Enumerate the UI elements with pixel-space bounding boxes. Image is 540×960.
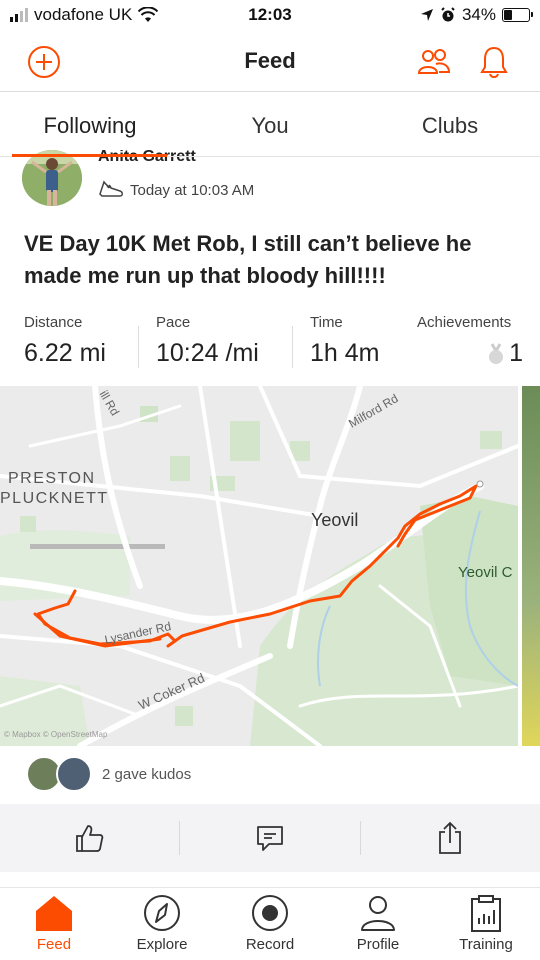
nav-profile-label: Profile — [356, 936, 400, 953]
next-photo-peek[interactable] — [522, 386, 540, 746]
battery-percent: 34% — [461, 5, 496, 24]
tab-clubs[interactable]: Clubs — [360, 93, 540, 156]
stat-pace-label: Pace — [156, 314, 191, 331]
give-kudos-button[interactable] — [0, 804, 179, 872]
post-timestamp: Today at 10:03 AM — [130, 181, 255, 199]
map-canvas — [0, 386, 518, 746]
kudos-row[interactable]: 2 gave kudos — [26, 756, 191, 792]
app-header: Feed — [0, 32, 540, 92]
status-right: 34% — [420, 5, 533, 25]
stat-achievements[interactable]: Achievements 1 — [417, 314, 523, 368]
stat-time: Time 1h 4m — [310, 314, 379, 368]
training-clipboard-icon — [471, 895, 501, 932]
battery-fill — [504, 10, 513, 20]
stat-achievements-value-row: 1 — [417, 339, 523, 368]
bottom-nav: Feed Explore Record Profile Training — [0, 888, 540, 960]
page-title: Feed — [244, 48, 296, 73]
map-label-yeovil-country: Yeovil C — [458, 564, 513, 581]
record-icon — [252, 895, 288, 931]
people-icon — [417, 49, 451, 74]
map-label-preston: PRESTON — [8, 470, 96, 487]
post-meta: Today at 10:03 AM — [98, 180, 254, 200]
home-icon — [36, 896, 72, 931]
feed-tabs-overlay: Following You Clubs — [0, 93, 540, 157]
tab-following[interactable]: Following — [0, 93, 180, 157]
stat-achievements-value: 1 — [509, 339, 523, 367]
nav-record-label: Record — [245, 936, 295, 953]
nav-explore[interactable]: Explore — [108, 888, 216, 960]
map-label-yeovil: Yeovil — [311, 510, 359, 530]
medal-icon — [489, 342, 504, 364]
activity-map[interactable]: PRESTON PLUCKNETT Yeovil Yeovil C Milfor… — [0, 386, 518, 746]
kudos-avatar — [56, 756, 92, 792]
post-action-bar — [0, 804, 540, 872]
location-arrow-icon — [420, 9, 433, 21]
stat-pace: Pace 10:24 /mi — [156, 314, 259, 368]
stat-pace-value: 10:24 /mi — [156, 339, 259, 367]
stat-divider — [138, 326, 139, 368]
nav-training[interactable]: Training — [432, 888, 540, 960]
notifications-button[interactable] — [474, 42, 514, 82]
activity-stats: Distance 6.22 mi Pace 10:24 /mi Time 1h … — [24, 314, 524, 374]
tab-clubs-label: Clubs — [421, 113, 479, 138]
athlete-avatar[interactable] — [22, 150, 82, 206]
nav-explore-label: Explore — [136, 936, 188, 953]
kudos-avatars — [26, 756, 92, 792]
active-tab-indicator — [12, 154, 167, 157]
shoe-icon — [99, 180, 123, 197]
tab-following-label: Following — [43, 113, 137, 138]
bell-icon — [480, 46, 508, 78]
nav-profile[interactable]: Profile — [324, 888, 432, 960]
tab-you-label: You — [251, 113, 289, 138]
find-friends-button[interactable] — [414, 42, 454, 82]
profile-icon — [361, 896, 395, 931]
stat-distance: Distance 6.22 mi — [24, 314, 106, 368]
status-bar: vodafone UK 12:03 34% — [0, 0, 540, 32]
feed-separator — [0, 872, 540, 888]
nav-feed-label: Feed — [36, 936, 72, 953]
comment-button[interactable] — [180, 804, 359, 872]
nav-feed[interactable]: Feed — [0, 888, 108, 960]
alarm-icon — [441, 7, 455, 22]
stat-divider — [292, 326, 293, 368]
stat-achievements-label: Achievements — [417, 314, 512, 331]
share-button[interactable] — [361, 804, 540, 872]
battery-icon — [502, 8, 533, 22]
map-label-plucknett: PLUCKNETT — [0, 490, 109, 507]
thumbs-up-icon — [75, 825, 103, 852]
map-attribution[interactable]: © Mapbox © OpenStreetMap — [4, 730, 107, 739]
stat-time-value: 1h 4m — [310, 339, 380, 367]
stat-distance-label: Distance — [24, 314, 83, 331]
nav-record[interactable]: Record — [216, 888, 324, 960]
share-icon — [439, 821, 462, 854]
kudos-count: 2 gave kudos — [102, 765, 192, 783]
activity-title[interactable]: VE Day 10K Met Rob, I still can’t believ… — [24, 228, 524, 292]
comment-icon — [257, 826, 283, 851]
tab-you[interactable]: You — [180, 93, 360, 156]
stat-time-label: Time — [310, 314, 343, 331]
compass-icon — [144, 895, 180, 931]
stat-distance-value: 6.22 mi — [24, 339, 106, 367]
nav-training-label: Training — [459, 936, 513, 953]
athlete-photo — [22, 150, 82, 206]
